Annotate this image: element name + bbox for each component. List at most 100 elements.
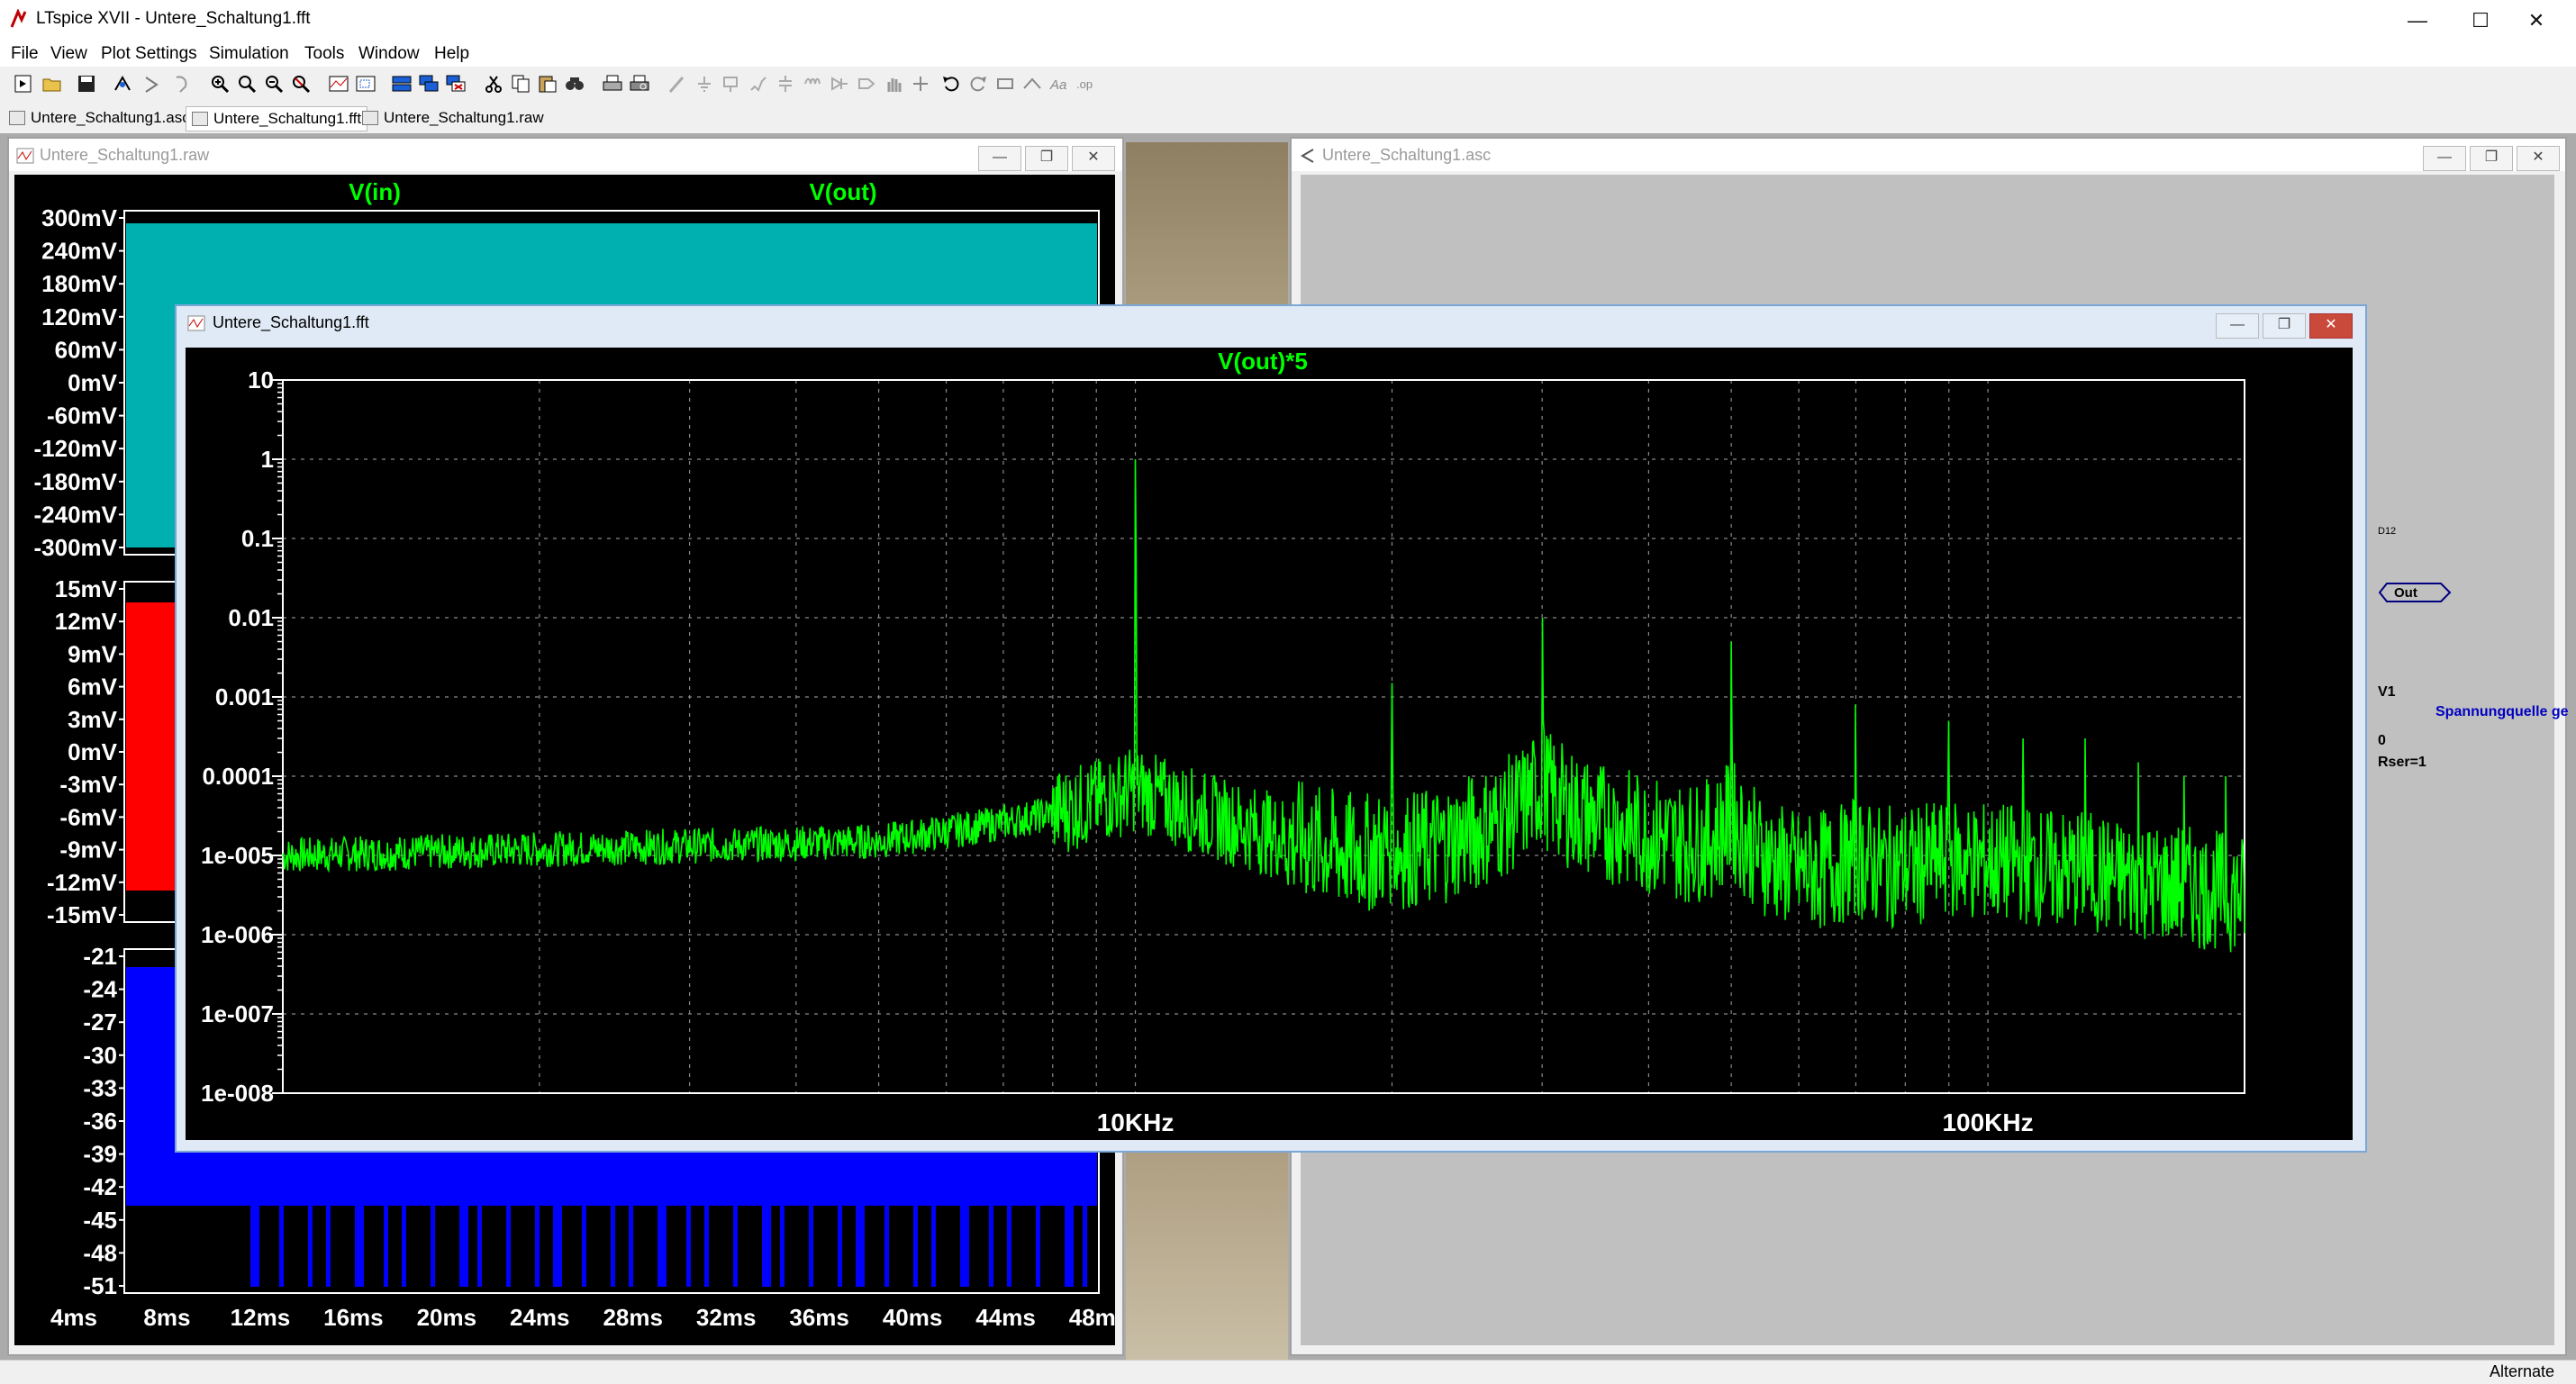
burst-mark — [931, 1206, 936, 1287]
y-tick-label: 0.1 — [241, 525, 274, 552]
menu-file[interactable]: File — [11, 44, 39, 64]
asc-close-button[interactable]: ✕ — [2517, 146, 2560, 171]
print-icon[interactable] — [602, 74, 623, 94]
y-tick-label: -36 — [83, 1108, 117, 1135]
document-tab-bar: Untere_Schaltung1.asc Untere_Schaltung1.… — [0, 103, 2576, 133]
zoom-in-icon[interactable] — [209, 74, 231, 94]
net-label-out[interactable]: Out — [2378, 582, 2459, 603]
raw-close-button[interactable]: ✕ — [1072, 146, 1115, 171]
x-tick-label: 8ms — [143, 1304, 190, 1331]
cut-icon[interactable] — [483, 74, 504, 94]
y-tick-label: 15mV — [55, 575, 118, 602]
fft-trace-label[interactable]: V(out)*5 — [1218, 348, 1308, 375]
save-icon[interactable] — [76, 74, 97, 94]
control-panel-icon[interactable] — [112, 74, 133, 94]
capacitor-icon[interactable] — [775, 74, 796, 94]
tab-fft[interactable]: Untere_Schaltung1.fft — [186, 106, 368, 131]
spice-directive-icon[interactable]: .op — [1075, 74, 1097, 94]
cascade-icon[interactable] — [418, 74, 440, 94]
x-tick-label: 16ms — [323, 1304, 384, 1331]
pane-3-gap — [126, 1206, 250, 1291]
menu-tools[interactable]: Tools — [304, 44, 344, 64]
zoom-fit-icon[interactable] — [290, 74, 312, 94]
resistor-icon[interactable] — [748, 74, 769, 94]
fft-minimize-button[interactable]: — — [2216, 313, 2259, 339]
tab-asc[interactable]: Untere_Schaltung1.asc — [9, 106, 190, 130]
burst-mark — [431, 1206, 435, 1287]
x-tick-label: 40ms — [883, 1304, 943, 1331]
tab-raw[interactable]: Untere_Schaltung1.raw — [362, 106, 544, 130]
menu-view[interactable]: View — [50, 44, 87, 64]
diode-label: D12 — [2378, 526, 2397, 537]
ground-icon[interactable] — [694, 74, 715, 94]
pan-icon[interactable] — [236, 74, 258, 94]
y-tick-label: 1e-008 — [201, 1080, 274, 1107]
trace-label-vin[interactable]: V(in) — [349, 178, 401, 205]
print-preview-icon[interactable] — [629, 74, 650, 94]
halt-icon[interactable] — [171, 74, 193, 94]
rser-label: Rser=1 — [2378, 755, 2426, 770]
x-tick-label: 36ms — [789, 1304, 849, 1331]
y-tick-label: -27 — [83, 1009, 117, 1036]
fft-restore-button[interactable]: ❐ — [2263, 313, 2306, 339]
burst-mark — [1007, 1206, 1011, 1287]
mirror-icon[interactable] — [1021, 74, 1043, 94]
run-icon[interactable] — [141, 74, 162, 94]
trace-label-vout[interactable]: V(out) — [809, 178, 876, 205]
diode-icon[interactable] — [829, 74, 850, 94]
fft-close-button[interactable]: ✕ — [2309, 313, 2353, 339]
source-name-label: V1 — [2378, 684, 2396, 700]
burst-mark — [1083, 1206, 1087, 1287]
text-icon[interactable]: Aa — [1048, 74, 1070, 94]
burst-mark — [459, 1206, 468, 1287]
menu-help[interactable]: Help — [434, 44, 469, 64]
y-tick-label: 3mV — [68, 706, 118, 733]
asc-restore-button[interactable]: ❐ — [2470, 146, 2513, 171]
y-tick-label: 0mV — [68, 738, 118, 765]
raw-minimize-button[interactable]: — — [978, 146, 1021, 171]
inductor-icon[interactable] — [802, 74, 823, 94]
raw-restore-button[interactable]: ❐ — [1025, 146, 1068, 171]
zoom-box-icon[interactable] — [355, 74, 376, 94]
svg-text:Aa: Aa — [1049, 77, 1066, 93]
y-tick-label: -24 — [83, 976, 117, 1003]
tile-horizontal-icon[interactable] — [391, 74, 413, 94]
raw-window-caption: Untere_Schaltung1.raw — ❐ ✕ — [9, 139, 1122, 171]
y-tick-label: -120mV — [34, 435, 118, 462]
fft-window[interactable]: Untere_Schaltung1.fft — ❐ ✕ V(out)*5 10 1… — [175, 304, 2367, 1153]
redo-icon[interactable] — [967, 74, 989, 94]
burst-mark — [611, 1206, 615, 1287]
burst-mark — [960, 1206, 969, 1287]
drag-icon[interactable] — [910, 74, 931, 94]
menu-window[interactable]: Window — [358, 44, 420, 64]
x-tick-label: 32ms — [696, 1304, 757, 1331]
burst-mark — [506, 1206, 511, 1287]
status-text: Alternate — [2489, 1362, 2554, 1380]
rotate-icon[interactable] — [994, 74, 1016, 94]
fft-plot[interactable]: V(out)*5 10 1 0.1 0.01 0.001 0.0001 1e-005 1e-0… — [186, 348, 2353, 1140]
autorange-icon[interactable] — [328, 74, 349, 94]
new-schematic-icon[interactable] — [13, 74, 34, 94]
open-icon[interactable] — [41, 74, 63, 94]
menu-plot-settings[interactable]: Plot Settings — [101, 44, 197, 64]
draw-wire-icon[interactable] — [667, 74, 688, 94]
burst-mark — [250, 1206, 259, 1287]
find-icon[interactable] — [564, 74, 585, 94]
undo-icon[interactable] — [940, 74, 962, 94]
zoom-out-icon[interactable] — [263, 74, 285, 94]
asc-minimize-button[interactable]: — — [2423, 146, 2466, 171]
move-hand-icon[interactable] — [883, 74, 904, 94]
y-tick-label: -12mV — [47, 869, 118, 896]
paste-icon[interactable] — [537, 74, 558, 94]
copy-icon[interactable] — [510, 74, 531, 94]
burst-mark — [553, 1206, 562, 1287]
y-tick-label: 1 — [261, 446, 274, 473]
label-net-icon[interactable] — [721, 74, 742, 94]
component-icon[interactable] — [856, 74, 877, 94]
close-all-icon[interactable] — [445, 74, 467, 94]
burst-mark — [1065, 1206, 1074, 1287]
close-button[interactable]: ✕ — [2495, 0, 2576, 41]
menu-simulation[interactable]: Simulation — [209, 44, 289, 64]
y-tick-label: -240mV — [34, 501, 118, 528]
burst-mark — [686, 1206, 691, 1287]
